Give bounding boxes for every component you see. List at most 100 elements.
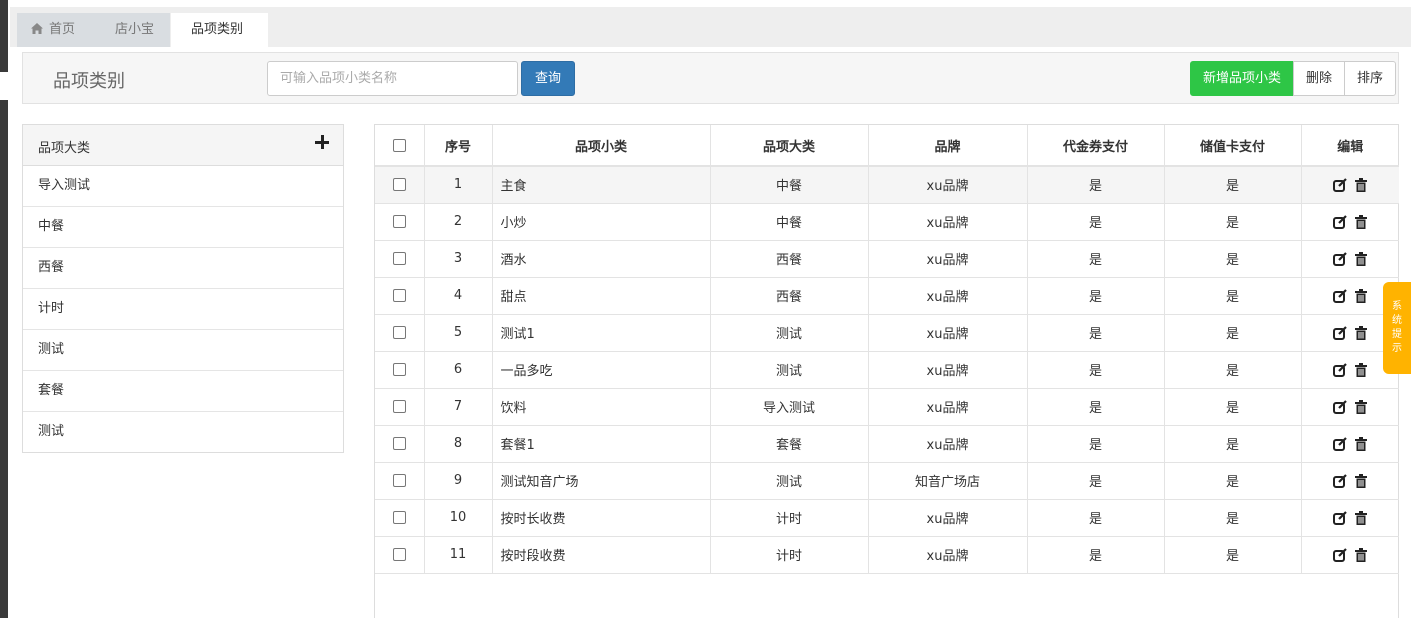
cell-category: 西餐 bbox=[709, 239, 869, 278]
system-tip-char: 示 bbox=[1392, 343, 1402, 354]
cell-category: 中餐 bbox=[709, 202, 869, 241]
column-header[interactable]: 序号 bbox=[423, 125, 493, 167]
row-checkbox[interactable] bbox=[392, 548, 406, 561]
trash-icon[interactable] bbox=[1355, 288, 1368, 303]
cell-no: 1 bbox=[423, 165, 493, 204]
tab-dianxiaobao[interactable]: 店小宝 bbox=[101, 13, 170, 47]
cell-no: 7 bbox=[423, 387, 493, 426]
category-item[interactable]: 测试 bbox=[23, 412, 343, 453]
table-row[interactable]: 6 一品多吃 测试 xu品牌是是 bbox=[375, 350, 1399, 389]
column-header[interactable]: 储值卡支付 bbox=[1163, 125, 1302, 167]
edit-icon[interactable] bbox=[1333, 325, 1348, 340]
trash-icon[interactable] bbox=[1355, 251, 1368, 266]
edit-icon[interactable] bbox=[1333, 214, 1348, 229]
cell-card-pay: 是 bbox=[1163, 498, 1302, 537]
row-checkbox[interactable] bbox=[392, 326, 406, 339]
query-button[interactable]: 查询 bbox=[521, 61, 575, 96]
table-row[interactable]: 5 测试1 测试 xu品牌是是 bbox=[375, 313, 1399, 352]
cell-no: 6 bbox=[423, 350, 493, 389]
trash-icon[interactable] bbox=[1355, 473, 1368, 488]
edit-icon[interactable] bbox=[1333, 251, 1348, 266]
table-row[interactable]: 9 测试知音广场 测试 知音广场店是是 bbox=[375, 461, 1399, 500]
cell-voucher-pay: 是 bbox=[1026, 239, 1165, 278]
trash-icon[interactable] bbox=[1355, 510, 1368, 525]
tab-item-category[interactable]: 品项类别 bbox=[171, 13, 268, 47]
category-item[interactable]: 导入测试 bbox=[23, 166, 343, 207]
system-tip-tab[interactable]: 系 统 提 示 bbox=[1383, 282, 1411, 374]
category-item[interactable]: 测试 bbox=[23, 330, 343, 371]
row-checkbox[interactable] bbox=[392, 474, 406, 487]
edit-icon[interactable] bbox=[1333, 547, 1348, 562]
category-item[interactable]: 西餐 bbox=[23, 248, 343, 289]
row-checkbox[interactable] bbox=[392, 400, 406, 413]
column-header[interactable]: 品牌 bbox=[867, 125, 1028, 167]
cell-card-pay: 是 bbox=[1163, 313, 1302, 352]
cell-voucher-pay: 是 bbox=[1026, 387, 1165, 426]
table-row[interactable]: 8 套餐1 套餐 xu品牌是是 bbox=[375, 424, 1399, 463]
cell-subcategory: 测试知音广场 bbox=[491, 461, 711, 500]
row-select-cell bbox=[375, 535, 425, 574]
trash-icon[interactable] bbox=[1355, 177, 1368, 192]
cell-card-pay: 是 bbox=[1163, 387, 1302, 426]
edit-icon[interactable] bbox=[1333, 436, 1348, 451]
row-checkbox[interactable] bbox=[392, 178, 406, 192]
table-row[interactable]: 11 按时段收费 计时 xu品牌是是 bbox=[375, 535, 1399, 574]
row-checkbox[interactable] bbox=[392, 437, 406, 450]
row-checkbox[interactable] bbox=[392, 252, 406, 265]
category-item[interactable]: 中餐 bbox=[23, 207, 343, 248]
row-actions bbox=[1333, 436, 1368, 451]
edit-icon[interactable] bbox=[1333, 288, 1348, 303]
tab-label: 品项类别 bbox=[191, 22, 244, 37]
table-row[interactable]: 1 主食 中餐 xu品牌是是 bbox=[375, 165, 1399, 204]
column-header[interactable]: 品项小类 bbox=[491, 125, 711, 167]
home-icon bbox=[31, 23, 43, 34]
cell-actions bbox=[1300, 239, 1399, 278]
table-row[interactable]: 3 酒水 西餐 xu品牌是是 bbox=[375, 239, 1399, 278]
table-row[interactable]: 7 饮料 导入测试 xu品牌是是 bbox=[375, 387, 1399, 426]
edit-icon[interactable] bbox=[1333, 399, 1348, 414]
cell-no: 8 bbox=[423, 424, 493, 463]
tab-home[interactable]: 首页 bbox=[17, 13, 101, 47]
edit-icon[interactable] bbox=[1333, 177, 1348, 192]
edge-bar bbox=[0, 0, 8, 72]
edit-icon[interactable] bbox=[1333, 362, 1348, 377]
cell-brand: xu品牌 bbox=[867, 350, 1028, 389]
cell-no: 10 bbox=[423, 498, 493, 537]
search-input[interactable] bbox=[267, 61, 518, 96]
select-all-checkbox[interactable] bbox=[392, 138, 406, 152]
category-item[interactable]: 套餐 bbox=[23, 371, 343, 412]
sort-button[interactable]: 排序 bbox=[1343, 61, 1396, 96]
trash-icon[interactable] bbox=[1355, 399, 1368, 414]
trash-icon[interactable] bbox=[1355, 214, 1368, 229]
system-tip-char: 提 bbox=[1392, 329, 1402, 340]
cell-subcategory: 套餐1 bbox=[491, 424, 711, 463]
trash-icon[interactable] bbox=[1355, 436, 1368, 451]
table-row[interactable]: 10 按时长收费 计时 xu品牌是是 bbox=[375, 498, 1399, 537]
trash-icon[interactable] bbox=[1355, 362, 1368, 377]
edit-icon[interactable] bbox=[1333, 473, 1348, 488]
row-checkbox[interactable] bbox=[392, 363, 406, 376]
row-actions bbox=[1333, 288, 1368, 303]
cell-category: 测试 bbox=[709, 461, 869, 500]
category-item[interactable]: 计时 bbox=[23, 289, 343, 330]
category-panel-title: 品项大类 bbox=[38, 141, 91, 156]
add-subcategory-button[interactable]: 新增品项小类 bbox=[1189, 61, 1294, 96]
table-row[interactable]: 2 小炒 中餐 xu品牌是是 bbox=[375, 202, 1399, 241]
cell-card-pay: 是 bbox=[1163, 239, 1302, 278]
column-header[interactable]: 品项大类 bbox=[709, 125, 869, 167]
delete-button[interactable]: 删除 bbox=[1292, 61, 1345, 96]
row-checkbox[interactable] bbox=[392, 511, 406, 524]
edit-icon[interactable] bbox=[1333, 510, 1348, 525]
table-header-row: 序号 品项小类 品项大类 品牌 代金券支付 储值卡支付 编辑 bbox=[375, 125, 1399, 167]
cell-actions bbox=[1300, 387, 1399, 426]
row-checkbox[interactable] bbox=[392, 289, 406, 302]
table-row[interactable]: 4 甜点 西餐 xu品牌是是 bbox=[375, 276, 1399, 315]
trash-icon[interactable] bbox=[1355, 325, 1368, 340]
row-checkbox[interactable] bbox=[392, 215, 406, 228]
plus-icon[interactable] bbox=[315, 135, 329, 149]
cell-brand: xu品牌 bbox=[867, 239, 1028, 278]
trash-icon[interactable] bbox=[1355, 547, 1368, 562]
row-actions bbox=[1333, 325, 1368, 340]
column-header[interactable]: 代金券支付 bbox=[1026, 125, 1165, 167]
system-tip-char: 系 bbox=[1392, 301, 1402, 312]
